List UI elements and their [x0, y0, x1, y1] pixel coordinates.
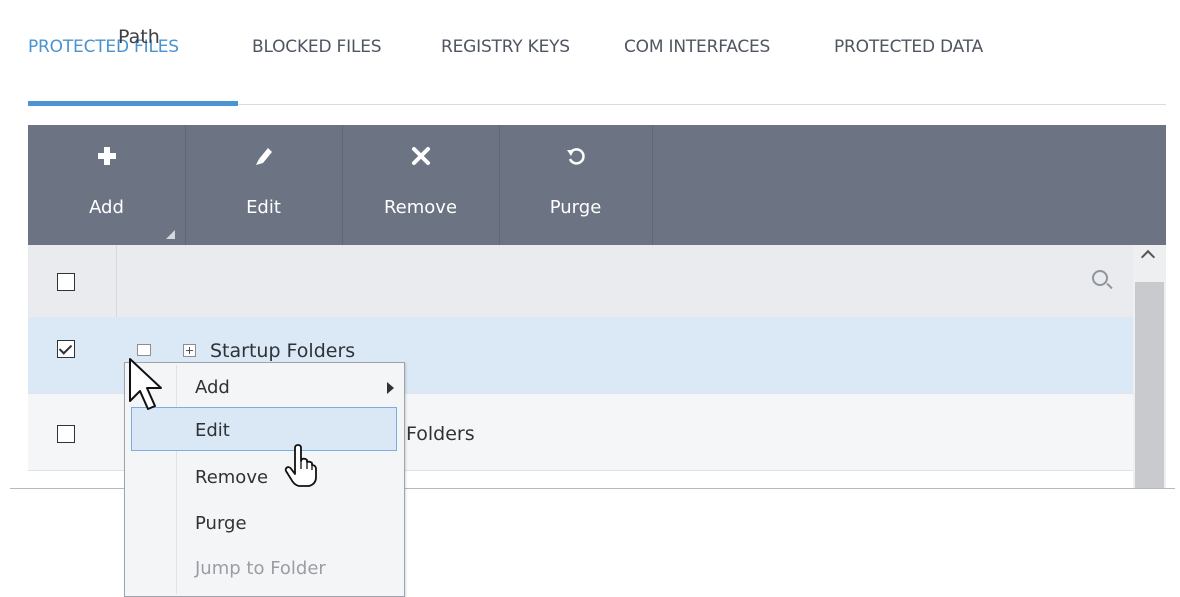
menu-item-purge[interactable]: Purge	[195, 513, 247, 534]
row-checkbox[interactable]	[57, 425, 75, 443]
remove-button-label: Remove	[383, 197, 458, 218]
scroll-thumb[interactable]	[1135, 282, 1164, 488]
row-checkbox[interactable]	[57, 340, 75, 358]
tab-com-interfaces[interactable]: COM INTERFACES	[624, 37, 770, 57]
add-button[interactable]: Add	[28, 125, 186, 245]
tab-blocked-files[interactable]: BLOCKED FILES	[252, 37, 382, 57]
context-menu: Add Edit Remove Purge Jump to Folder	[124, 362, 405, 597]
arrow-cursor-icon	[129, 358, 162, 410]
edit-button-label: Edit	[246, 197, 281, 218]
purge-button-label: Purge	[549, 197, 602, 218]
purge-button[interactable]: Purge	[499, 125, 653, 245]
menu-item-remove[interactable]: Remove	[195, 467, 268, 488]
menu-gutter-divider	[176, 365, 177, 594]
edit-button[interactable]: Edit	[185, 125, 343, 245]
menu-item-edit[interactable]: Edit	[195, 420, 230, 441]
select-all-checkbox[interactable]	[57, 273, 75, 291]
table-header	[28, 245, 1133, 317]
pencil-icon	[185, 145, 342, 174]
refresh-icon	[499, 145, 652, 174]
expand-icon[interactable]	[183, 344, 196, 357]
hand-cursor-icon	[284, 444, 317, 487]
plus-icon	[28, 145, 185, 174]
active-tab-indicator	[28, 101, 238, 106]
add-button-label: Add	[89, 197, 124, 218]
remove-button[interactable]: Remove	[342, 125, 500, 245]
toolbar: Add Edit Remove Purge	[28, 125, 1166, 245]
x-icon	[342, 145, 499, 174]
menu-item-jump-to-folder: Jump to Folder	[195, 558, 326, 579]
path-column-header[interactable]: Path	[118, 26, 160, 48]
menu-highlight	[131, 407, 397, 451]
tab-protected-data[interactable]: PROTECTED DATA	[834, 37, 983, 57]
row-path: Folders	[406, 423, 475, 445]
tab-registry-keys[interactable]: REGISTRY KEYS	[441, 37, 570, 57]
search-icon[interactable]	[1092, 270, 1108, 286]
folder-icon	[137, 344, 151, 356]
row-path: Startup Folders	[210, 340, 356, 362]
submenu-arrow-icon	[387, 382, 394, 394]
menu-item-add[interactable]: Add	[195, 377, 230, 398]
dropdown-caret-icon	[166, 230, 175, 239]
